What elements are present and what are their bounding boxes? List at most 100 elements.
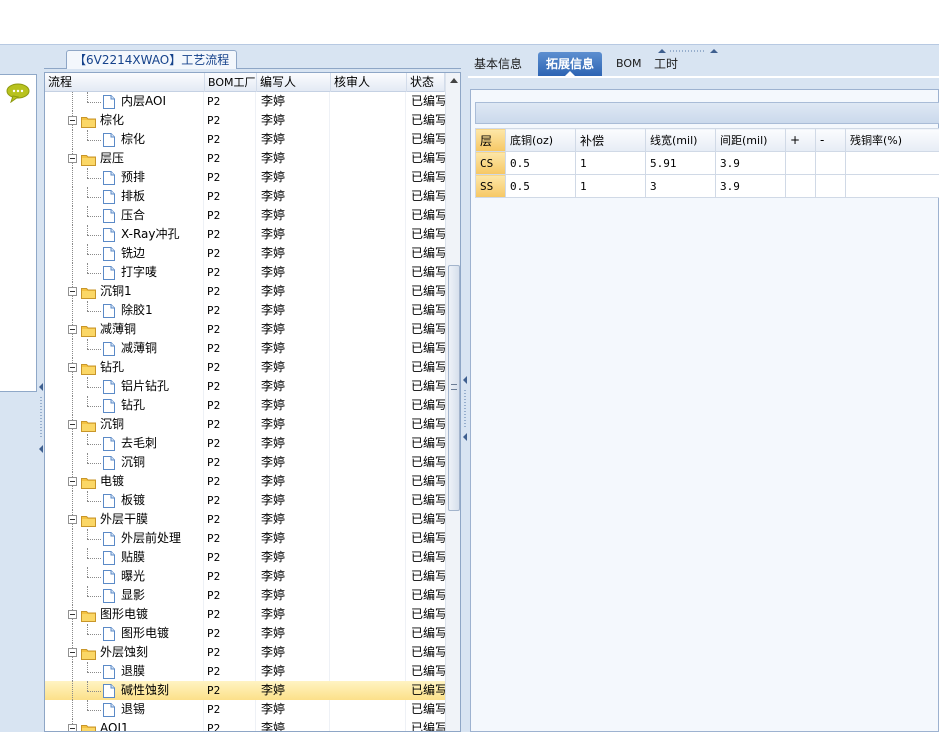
tree-node[interactable]: 图形电镀: [68, 605, 148, 624]
tab-work-hours[interactable]: 工时: [650, 52, 682, 76]
tree-node[interactable]: 棕化: [103, 130, 145, 149]
tree-node[interactable]: 铝片钻孔: [103, 377, 169, 396]
cell-line-width[interactable]: 3: [646, 175, 716, 198]
tree-row[interactable]: 曝光P2李婷已编写: [45, 567, 445, 586]
cell-spacing[interactable]: 3.9: [716, 152, 786, 175]
tree-folder-row[interactable]: 电镀P2李婷已编写: [45, 472, 445, 491]
tab-extended-info[interactable]: 拓展信息: [538, 52, 602, 76]
tree-folder-row[interactable]: 沉铜1P2李婷已编写: [45, 282, 445, 301]
tree-row[interactable]: 除胶1P2李婷已编写: [45, 301, 445, 320]
column-header-bom[interactable]: BOM工厂: [205, 73, 257, 92]
cell-plus[interactable]: [786, 175, 816, 198]
tree-folder-row[interactable]: 外层干膜P2李婷已编写: [45, 510, 445, 529]
speech-bubble-icon[interactable]: [5, 83, 31, 103]
tree-row[interactable]: 显影P2李婷已编写: [45, 586, 445, 605]
table-row[interactable]: CS 0.5 1 5.91 3.9: [476, 152, 939, 175]
tree-node[interactable]: 棕化: [68, 111, 124, 130]
tree-node[interactable]: 去毛刺: [103, 434, 157, 453]
tree-node[interactable]: 电镀: [68, 472, 124, 491]
header-compensation[interactable]: 补偿: [576, 129, 646, 152]
tree-node[interactable]: 沉铜1: [68, 282, 132, 301]
tree-row[interactable]: 内层AOIP2李婷已编写: [45, 92, 445, 111]
collapse-toggle-icon[interactable]: [68, 724, 77, 732]
header-base-copper[interactable]: 底铜(oz): [506, 129, 576, 152]
tree-row[interactable]: 外层前处理P2李婷已编写: [45, 529, 445, 548]
tree-row[interactable]: 减薄铜P2李婷已编写: [45, 339, 445, 358]
tree-node[interactable]: 外层前处理: [103, 529, 181, 548]
center-splitter[interactable]: [461, 45, 468, 732]
cell-compensation[interactable]: 1: [576, 152, 646, 175]
tree-node[interactable]: 减薄铜: [103, 339, 157, 358]
tree-row[interactable]: 排板P2李婷已编写: [45, 187, 445, 206]
scroll-up-arrow[interactable]: [450, 78, 458, 83]
tree-node[interactable]: 压合: [103, 206, 145, 225]
tree-row[interactable]: 图形电镀P2李婷已编写: [45, 624, 445, 643]
tree-node[interactable]: 板镀: [103, 491, 145, 510]
tree-row[interactable]: 去毛刺P2李婷已编写: [45, 434, 445, 453]
cell-residual-copper[interactable]: [846, 152, 939, 175]
tree-node[interactable]: 外层干膜: [68, 510, 148, 529]
tree-folder-row[interactable]: AOI1P2李婷已编写: [45, 719, 445, 732]
column-header-author[interactable]: 编写人: [257, 73, 331, 92]
tree-node[interactable]: 层压: [68, 149, 124, 168]
header-spacing[interactable]: 间距(mil): [716, 129, 786, 152]
tab-bom[interactable]: BOM: [612, 52, 646, 76]
tree-node[interactable]: 外层蚀刻: [68, 643, 148, 662]
cell-layer[interactable]: CS: [476, 152, 506, 175]
tree-row[interactable]: 钻孔P2李婷已编写: [45, 396, 445, 415]
header-minus[interactable]: -: [816, 129, 846, 152]
header-line-width[interactable]: 线宽(mil): [646, 129, 716, 152]
tab-basic-info[interactable]: 基本信息: [470, 52, 526, 76]
cell-spacing[interactable]: 3.9: [716, 175, 786, 198]
cell-line-width[interactable]: 5.91: [646, 152, 716, 175]
tree-row[interactable]: 预排P2李婷已编写: [45, 168, 445, 187]
cell-compensation[interactable]: 1: [576, 175, 646, 198]
tree-node[interactable]: 退锡: [103, 700, 145, 719]
tree-row[interactable]: 碱性蚀刻P2李婷已编写: [45, 681, 445, 700]
tree-node[interactable]: 铣边: [103, 244, 145, 263]
cell-base-copper[interactable]: 0.5: [506, 175, 576, 198]
tree-node[interactable]: 贴膜: [103, 548, 145, 567]
collapse-handle-top[interactable]: [658, 43, 718, 49]
tree-row[interactable]: X-Ray冲孔P2李婷已编写: [45, 225, 445, 244]
tree-row[interactable]: 铝片钻孔P2李婷已编写: [45, 377, 445, 396]
header-layer[interactable]: 层: [476, 129, 506, 152]
tree-row[interactable]: 板镀P2李婷已编写: [45, 491, 445, 510]
tree-node[interactable]: X-Ray冲孔: [103, 225, 179, 244]
tree-folder-row[interactable]: 层压P2李婷已编写: [45, 149, 445, 168]
header-plus[interactable]: +: [786, 129, 816, 152]
tree-row[interactable]: 退锡P2李婷已编写: [45, 700, 445, 719]
collapse-toggle-icon[interactable]: [68, 116, 77, 125]
scroll-thumb[interactable]: [448, 265, 460, 511]
tree-node[interactable]: 减薄铜: [68, 320, 136, 339]
tree-node[interactable]: 内层AOI: [103, 92, 166, 111]
tree-row[interactable]: 贴膜P2李婷已编写: [45, 548, 445, 567]
collapse-toggle-icon[interactable]: [68, 154, 77, 163]
tree-folder-row[interactable]: 图形电镀P2李婷已编写: [45, 605, 445, 624]
tree-folder-row[interactable]: 外层蚀刻P2李婷已编写: [45, 643, 445, 662]
tree-node[interactable]: 排板: [103, 187, 145, 206]
column-header-reviewer[interactable]: 核审人: [331, 73, 407, 92]
tree-row[interactable]: 压合P2李婷已编写: [45, 206, 445, 225]
tree-node[interactable]: 除胶1: [103, 301, 153, 320]
tree-node[interactable]: 钻孔: [68, 358, 124, 377]
tree-folder-row[interactable]: 沉铜P2李婷已编写: [45, 415, 445, 434]
tree-node[interactable]: 显影: [103, 586, 145, 605]
tree-row[interactable]: 退膜P2李婷已编写: [45, 662, 445, 681]
tree-folder-row[interactable]: 钻孔P2李婷已编写: [45, 358, 445, 377]
collapse-toggle-icon[interactable]: [68, 515, 77, 524]
cell-minus[interactable]: [816, 175, 846, 198]
tree-row[interactable]: 棕化P2李婷已编写: [45, 130, 445, 149]
column-header-status[interactable]: 状态: [407, 73, 445, 92]
collapse-toggle-icon[interactable]: [68, 363, 77, 372]
tree-node[interactable]: 预排: [103, 168, 145, 187]
column-header-process[interactable]: 流程: [45, 73, 205, 92]
cell-residual-copper[interactable]: [846, 175, 939, 198]
tree-row[interactable]: 沉铜P2李婷已编写: [45, 453, 445, 472]
collapse-toggle-icon[interactable]: [68, 287, 77, 296]
tree-node[interactable]: 图形电镀: [103, 624, 169, 643]
tree-node[interactable]: 碱性蚀刻: [103, 681, 169, 700]
collapse-toggle-icon[interactable]: [68, 420, 77, 429]
tree-scrollbar[interactable]: [445, 73, 461, 732]
cell-layer[interactable]: SS: [476, 175, 506, 198]
